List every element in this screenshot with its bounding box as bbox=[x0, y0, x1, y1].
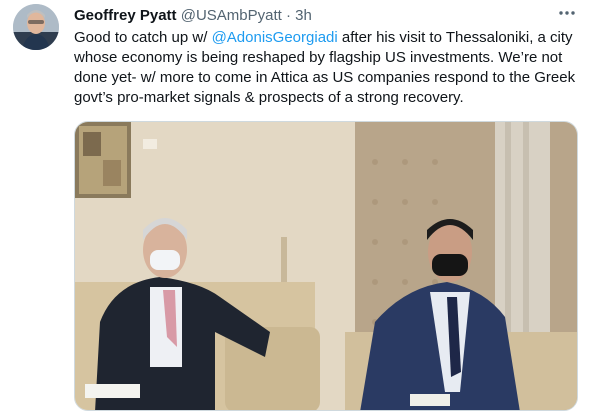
tweet-text-part-1: Good to catch up w/ bbox=[74, 29, 212, 46]
meeting-photo bbox=[75, 122, 577, 410]
ellipsis-icon[interactable] bbox=[555, 5, 579, 25]
mention-link[interactable]: @AdonisGeorgiadi bbox=[212, 29, 338, 46]
tweet-text: Good to catch up w/ @AdonisGeorgiadi aft… bbox=[74, 28, 579, 108]
tweet-header: Geoffrey Pyatt @USAmbPyatt · 3h bbox=[74, 6, 565, 26]
tweet-card[interactable]: Geoffrey Pyatt @USAmbPyatt · 3h Good to … bbox=[0, 0, 595, 414]
header-separator: · bbox=[285, 7, 291, 24]
author-avatar[interactable] bbox=[13, 4, 59, 50]
avatar-photo bbox=[13, 4, 59, 50]
author-handle[interactable]: @USAmbPyatt bbox=[181, 7, 282, 24]
tweet-timestamp[interactable]: 3h bbox=[295, 7, 312, 24]
tweet-photo[interactable] bbox=[74, 121, 578, 411]
author-name[interactable]: Geoffrey Pyatt bbox=[74, 7, 177, 24]
